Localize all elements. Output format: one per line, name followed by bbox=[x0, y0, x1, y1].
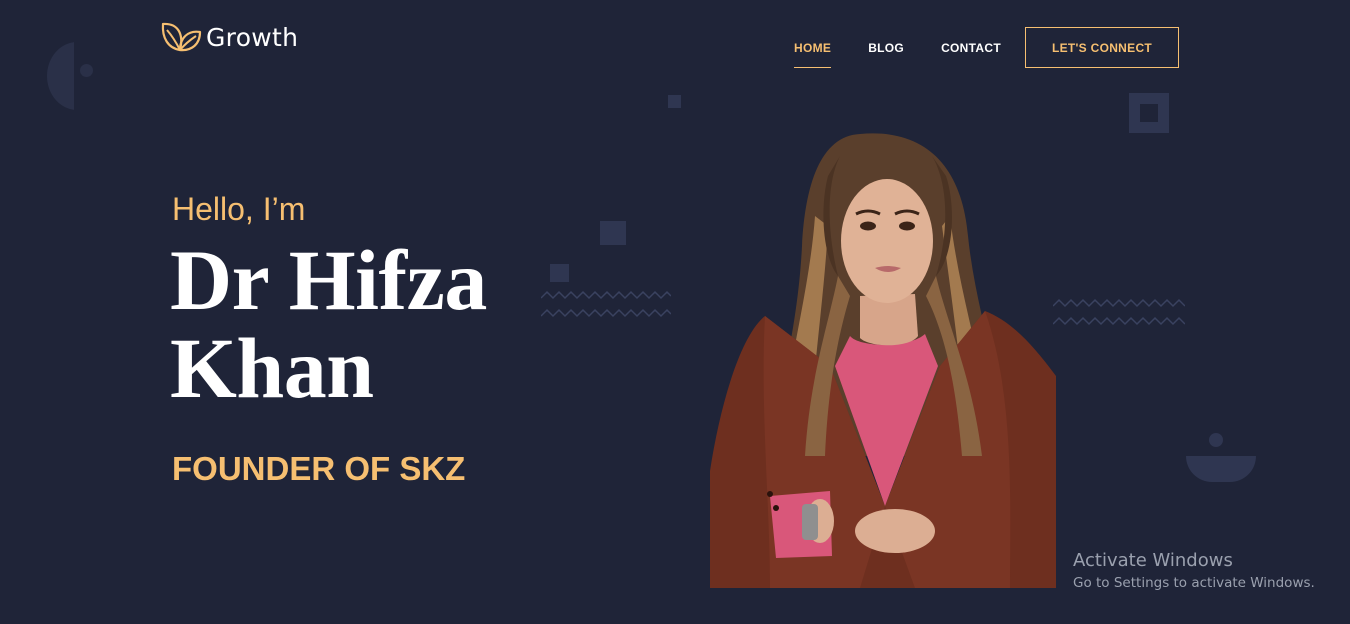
decorative-square-outline bbox=[1129, 93, 1169, 133]
page: Growth HOME BLOG CONTACT LET'S CONNECT H… bbox=[0, 0, 1350, 624]
nav-item-contact[interactable]: CONTACT bbox=[941, 41, 1001, 55]
decorative-square bbox=[668, 95, 681, 108]
watermark-subtitle: Go to Settings to activate Windows. bbox=[1073, 575, 1315, 591]
hero-name-line1: Dr Hifza bbox=[170, 232, 487, 328]
decorative-half-circle bbox=[47, 42, 74, 110]
hero-greeting: Hello, I’m bbox=[172, 191, 306, 227]
nav-item-home[interactable]: HOME bbox=[794, 40, 832, 68]
nav-item-blog[interactable]: BLOG bbox=[868, 41, 904, 55]
hero-name-line2: Khan bbox=[170, 320, 374, 416]
nav-item-label: BLOG bbox=[868, 40, 905, 55]
decorative-square bbox=[550, 264, 569, 282]
hero-name: Dr Hifza Khan bbox=[170, 236, 487, 412]
decorative-dot bbox=[80, 64, 93, 77]
portrait-image bbox=[710, 133, 1056, 588]
brand-name: Growth bbox=[206, 22, 299, 52]
active-underline bbox=[794, 66, 832, 68]
lets-connect-button[interactable]: LET'S CONNECT bbox=[1025, 27, 1179, 68]
nav-item-label: HOME bbox=[794, 40, 832, 55]
decorative-bowl bbox=[1186, 456, 1256, 482]
hero-role: FOUNDER OF SKZ bbox=[172, 450, 466, 487]
decorative-zigzag bbox=[541, 290, 671, 318]
leaf-icon bbox=[161, 22, 202, 52]
nav-item-label: CONTACT bbox=[941, 40, 1001, 55]
main-nav: HOME BLOG CONTACT bbox=[794, 27, 1038, 68]
activation-watermark: Activate Windows Go to Settings to activ… bbox=[1073, 550, 1315, 591]
decorative-square bbox=[600, 221, 626, 245]
decorative-zigzag bbox=[1053, 298, 1185, 326]
decorative-dot bbox=[1209, 433, 1223, 447]
brand-logo[interactable]: Growth bbox=[160, 20, 298, 54]
watermark-title: Activate Windows bbox=[1073, 550, 1233, 571]
